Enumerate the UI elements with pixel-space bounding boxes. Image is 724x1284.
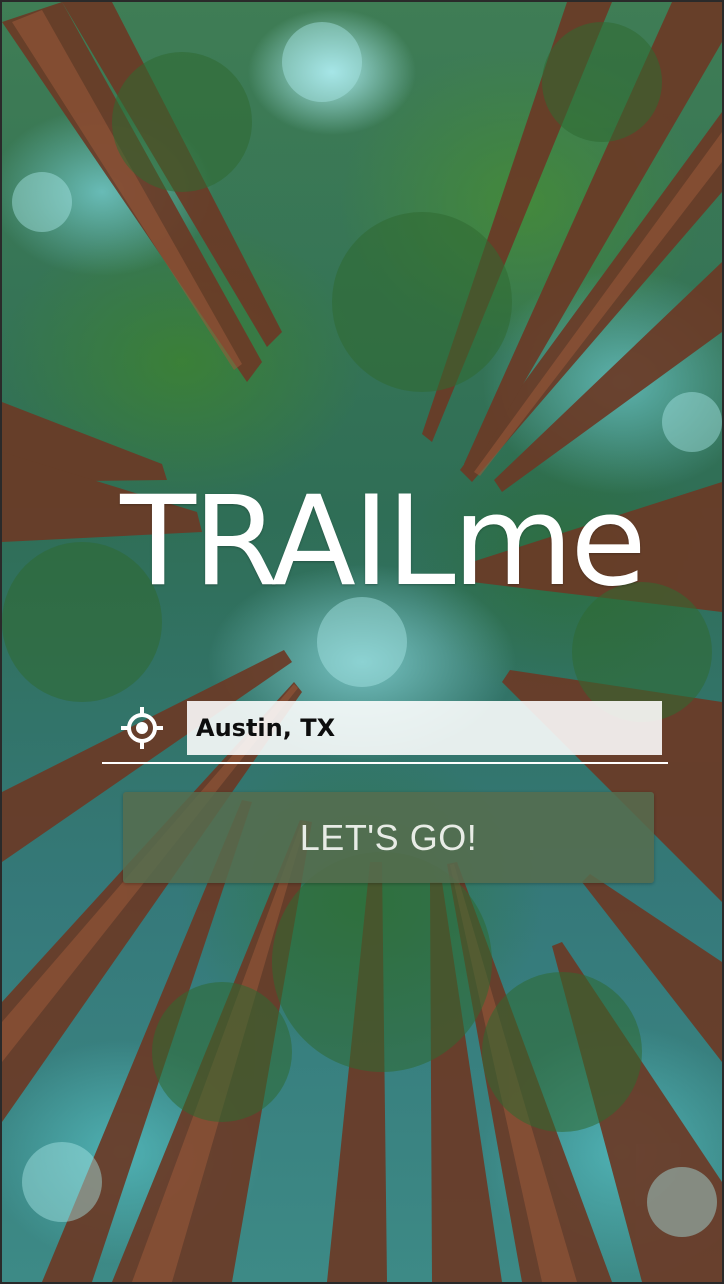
app-screen: TRAILme LET'S GO! <box>2 2 722 1282</box>
location-field-row <box>102 698 668 764</box>
lets-go-button[interactable]: LET'S GO! <box>123 792 654 883</box>
crosshair-location-icon[interactable] <box>120 706 164 750</box>
app-title: TRAILme <box>120 470 646 614</box>
crosshair-glyph <box>121 707 163 749</box>
forest-canopy-background <box>2 2 722 1282</box>
location-input[interactable] <box>187 701 662 755</box>
